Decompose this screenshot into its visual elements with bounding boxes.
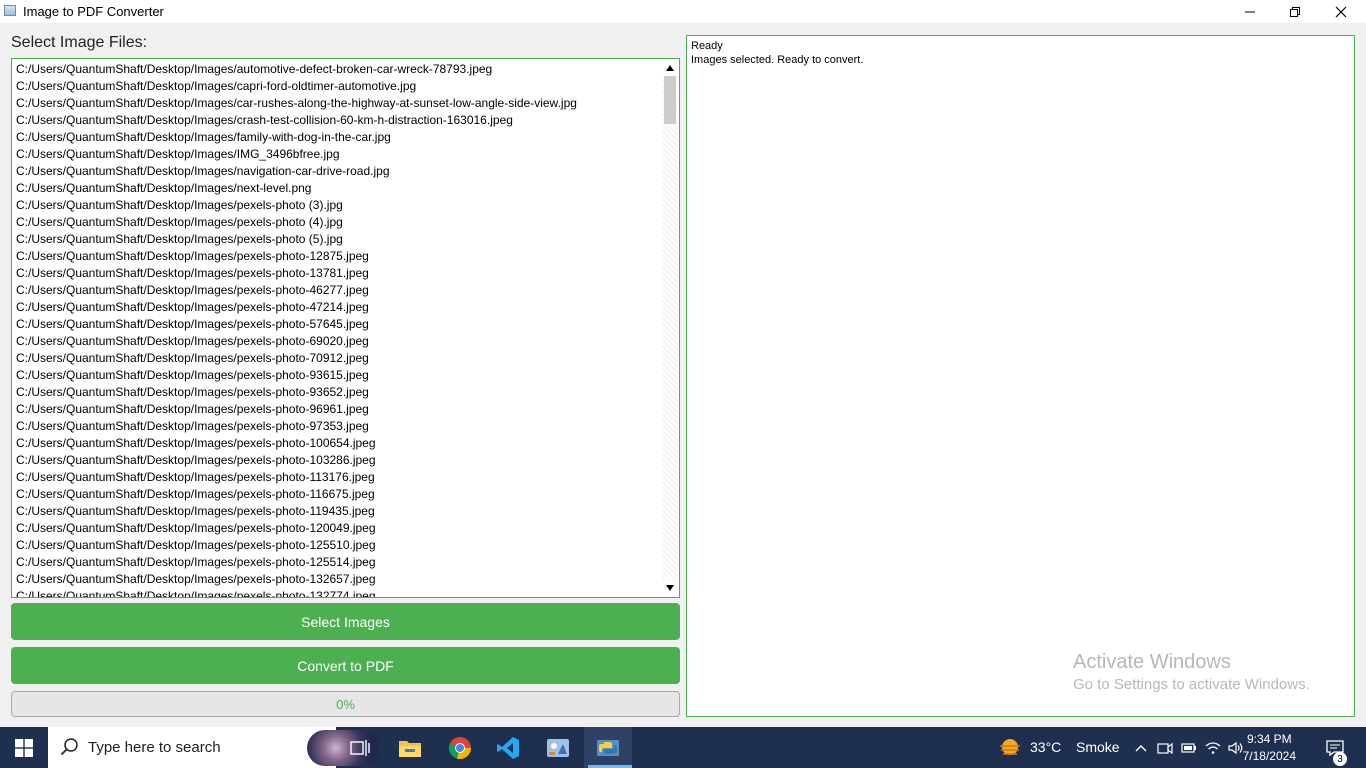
snipping-tool-icon xyxy=(547,738,569,757)
file-list-item[interactable]: C:/Users/QuantumShaft/Desktop/Images/pex… xyxy=(16,452,661,469)
file-list-item[interactable]: C:/Users/QuantumShaft/Desktop/Images/pex… xyxy=(16,503,661,520)
file-list-item[interactable]: C:/Users/QuantumShaft/Desktop/Images/IMG… xyxy=(16,146,661,163)
close-icon xyxy=(1335,6,1347,17)
python-icon xyxy=(597,739,619,756)
clock-date: 7/18/2024 xyxy=(1242,749,1296,763)
status-line-ready: Ready xyxy=(691,40,723,52)
minimize-icon xyxy=(1245,11,1255,12)
file-list-item[interactable]: C:/Users/QuantumShaft/Desktop/Images/pex… xyxy=(16,401,661,418)
windows-start-icon xyxy=(15,738,33,757)
vscode-button[interactable] xyxy=(486,727,530,768)
taskbar: Type here to search 33°C Smoke 9:34 PM 7… xyxy=(0,727,1366,768)
restore-button[interactable] xyxy=(1272,0,1318,23)
battery-icon xyxy=(1181,742,1196,753)
weather-sun-haze-icon xyxy=(1000,738,1020,755)
file-list-item[interactable]: C:/Users/QuantumShaft/Desktop/Images/pex… xyxy=(16,265,661,282)
file-list-item[interactable]: C:/Users/QuantumShaft/Desktop/Images/nex… xyxy=(16,180,661,197)
progress-bar: 0% xyxy=(11,691,680,717)
file-list-item[interactable]: C:/Users/QuantumShaft/Desktop/Images/pex… xyxy=(16,537,661,554)
file-list-item[interactable]: C:/Users/QuantumShaft/Desktop/Images/pex… xyxy=(16,486,661,503)
weather-temperature[interactable]: 33°C xyxy=(1030,739,1061,755)
status-log[interactable]: Ready Images selected. Ready to convert. xyxy=(686,35,1355,717)
activate-windows-title: Activate Windows xyxy=(1073,651,1231,673)
file-list-item[interactable]: C:/Users/QuantumShaft/Desktop/Images/pex… xyxy=(16,367,661,384)
file-list-item[interactable]: C:/Users/QuantumShaft/Desktop/Images/pex… xyxy=(16,299,661,316)
search-placeholder: Type here to search xyxy=(88,739,221,756)
file-list-item[interactable]: C:/Users/QuantumShaft/Desktop/Images/pex… xyxy=(16,384,661,401)
status-line-selected: Images selected. Ready to convert. xyxy=(691,54,864,66)
file-list-item[interactable]: C:/Users/QuantumShaft/Desktop/Images/pex… xyxy=(16,418,661,435)
taskbar-clock[interactable]: 9:34 PM 7/18/2024 xyxy=(1243,731,1296,765)
chevron-up-icon xyxy=(1135,744,1147,751)
clock-time: 9:34 PM xyxy=(1246,732,1292,746)
scroll-down-button[interactable] xyxy=(662,580,678,596)
file-list-item[interactable]: C:/Users/QuantumShaft/Desktop/Images/pex… xyxy=(16,316,661,333)
activate-windows-subtitle: Go to Settings to activate Windows. xyxy=(1073,676,1310,693)
vscode-icon xyxy=(497,736,519,759)
camera-icon xyxy=(1157,742,1173,754)
file-explorer-button[interactable] xyxy=(388,727,432,768)
python-app-button[interactable] xyxy=(584,727,632,768)
chrome-button[interactable] xyxy=(438,727,482,768)
file-explorer-icon xyxy=(399,740,421,757)
file-list-item[interactable]: C:/Users/QuantumShaft/Desktop/Images/pex… xyxy=(16,248,661,265)
task-view-button[interactable] xyxy=(338,727,382,768)
file-list-rows: C:/Users/QuantumShaft/Desktop/Images/aut… xyxy=(16,61,661,597)
battery-button[interactable] xyxy=(1180,727,1198,768)
start-button[interactable] xyxy=(0,727,48,768)
weather-condition[interactable]: Smoke xyxy=(1076,739,1120,755)
convert-to-pdf-button[interactable]: Convert to PDF xyxy=(11,647,680,684)
file-list-item[interactable]: C:/Users/QuantumShaft/Desktop/Images/pex… xyxy=(16,231,661,248)
snipping-tool-button[interactable] xyxy=(535,727,581,768)
speaker-icon xyxy=(1228,741,1243,754)
file-list-item[interactable]: C:/Users/QuantumShaft/Desktop/Images/pex… xyxy=(16,588,661,597)
file-list-item[interactable]: C:/Users/QuantumShaft/Desktop/Images/pex… xyxy=(16,333,661,350)
search-icon xyxy=(60,738,78,756)
notification-count-badge: 3 xyxy=(1333,752,1347,766)
file-list-item[interactable]: C:/Users/QuantumShaft/Desktop/Images/pex… xyxy=(16,197,661,214)
title-bar: Image to PDF Converter xyxy=(0,0,1366,23)
close-button[interactable] xyxy=(1318,0,1364,23)
file-list-item[interactable]: C:/Users/QuantumShaft/Desktop/Images/aut… xyxy=(16,61,661,78)
file-list-scrollbar[interactable] xyxy=(662,60,678,596)
taskbar-search[interactable]: Type here to search xyxy=(48,727,379,768)
triangle-up-icon xyxy=(666,65,674,71)
file-list-item[interactable]: C:/Users/QuantumShaft/Desktop/Images/pex… xyxy=(16,282,661,299)
chrome-icon xyxy=(448,736,471,759)
minimize-button[interactable] xyxy=(1227,0,1273,23)
select-images-button[interactable]: Select Images xyxy=(11,603,680,640)
window-title: Image to PDF Converter xyxy=(23,4,164,19)
file-list-item[interactable]: C:/Users/QuantumShaft/Desktop/Images/cap… xyxy=(16,78,661,95)
file-list-item[interactable]: C:/Users/QuantumShaft/Desktop/Images/cra… xyxy=(16,112,661,129)
file-list-item[interactable]: C:/Users/QuantumShaft/Desktop/Images/pex… xyxy=(16,435,661,452)
weather-button[interactable] xyxy=(996,727,1024,768)
scroll-thumb[interactable] xyxy=(664,76,676,124)
file-list-item[interactable]: C:/Users/QuantumShaft/Desktop/Images/fam… xyxy=(16,129,661,146)
wifi-icon xyxy=(1205,741,1221,754)
progress-label: 0% xyxy=(336,696,355,712)
triangle-down-icon xyxy=(666,585,674,591)
restore-icon xyxy=(1290,6,1300,17)
meet-now-button[interactable] xyxy=(1156,727,1174,768)
file-list-item[interactable]: C:/Users/QuantumShaft/Desktop/Images/pex… xyxy=(16,214,661,231)
file-list-item[interactable]: C:/Users/QuantumShaft/Desktop/Images/pex… xyxy=(16,469,661,486)
file-list-item[interactable]: C:/Users/QuantumShaft/Desktop/Images/pex… xyxy=(16,350,661,367)
network-button[interactable] xyxy=(1204,727,1222,768)
select-files-label: Select Image Files: xyxy=(11,34,148,51)
file-list-item[interactable]: C:/Users/QuantumShaft/Desktop/Images/car… xyxy=(16,95,661,112)
file-list-item[interactable]: C:/Users/QuantumShaft/Desktop/Images/pex… xyxy=(16,554,661,571)
app-client-area: Select Image Files: C:/Users/QuantumShaf… xyxy=(0,23,1366,727)
file-list-item[interactable]: C:/Users/QuantumShaft/Desktop/Images/nav… xyxy=(16,163,661,180)
file-list-item[interactable]: C:/Users/QuantumShaft/Desktop/Images/pex… xyxy=(16,520,661,537)
show-hidden-icons-button[interactable] xyxy=(1132,727,1150,768)
scroll-up-button[interactable] xyxy=(662,60,678,76)
file-list[interactable]: C:/Users/QuantumShaft/Desktop/Images/aut… xyxy=(11,58,680,598)
file-list-item[interactable]: C:/Users/QuantumShaft/Desktop/Images/pex… xyxy=(16,571,661,588)
task-view-icon xyxy=(350,739,370,756)
app-icon xyxy=(4,5,16,16)
